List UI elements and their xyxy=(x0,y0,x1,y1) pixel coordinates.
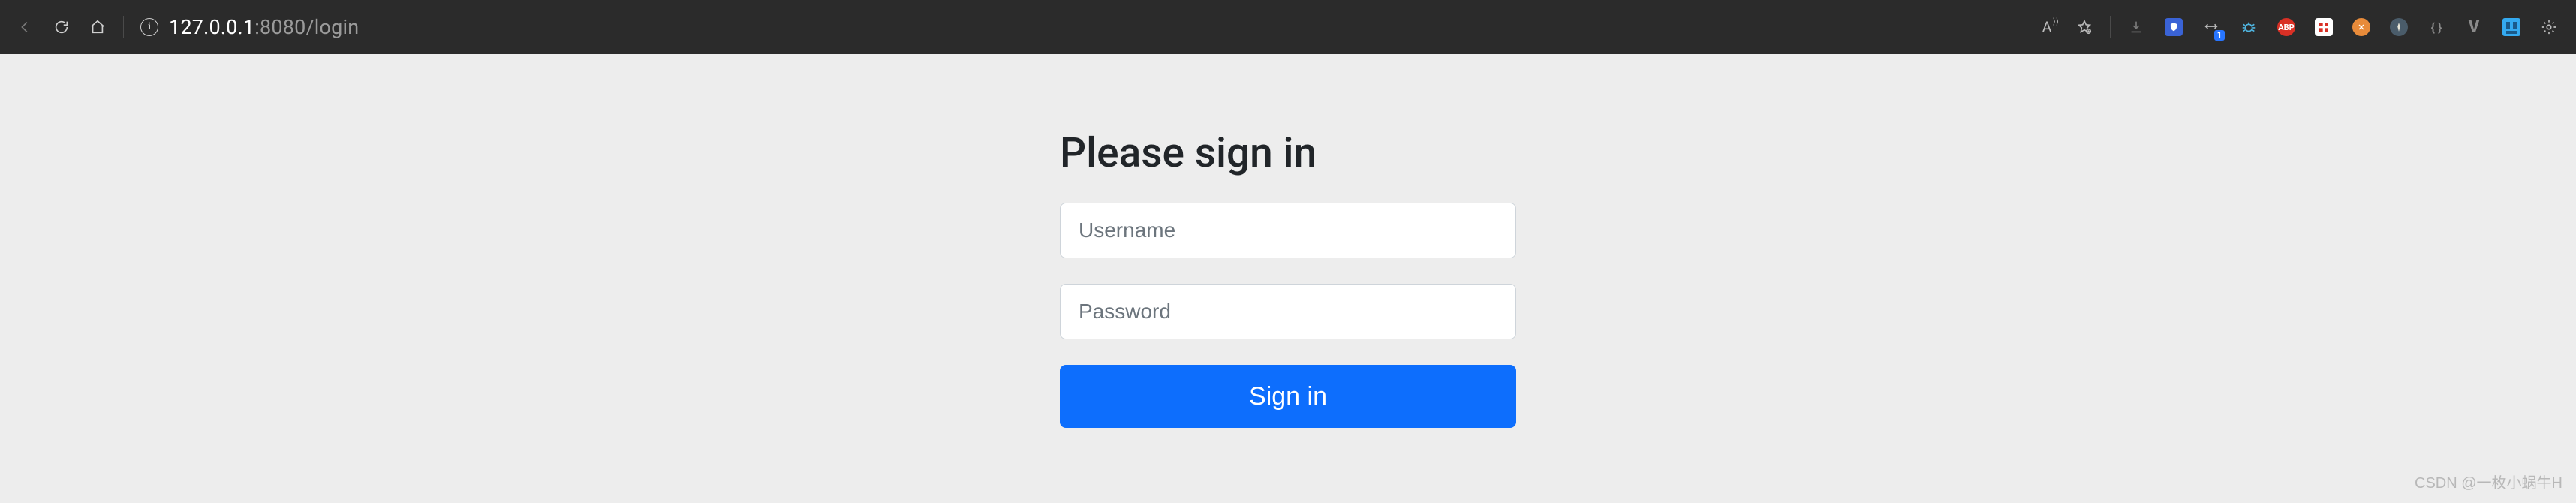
settings-button[interactable] xyxy=(2531,9,2567,45)
extension-grid[interactable] xyxy=(2306,9,2342,45)
blue-app-icon xyxy=(2502,18,2520,36)
extension-swap[interactable]: 1 xyxy=(2193,9,2229,45)
page-content: Please sign in Sign in xyxy=(0,54,2576,428)
favorites-button[interactable] xyxy=(2066,9,2102,45)
extension-bug[interactable] xyxy=(2231,9,2267,45)
refresh-icon xyxy=(53,19,70,35)
url-host: 127.0.0.1 xyxy=(169,15,254,39)
site-info-icon[interactable]: i xyxy=(140,18,158,36)
toolbar-right: A⟩⟩ 1 ABP xyxy=(2029,9,2567,45)
extension-circle-orange[interactable] xyxy=(2343,9,2379,45)
gear-icon xyxy=(2541,19,2557,35)
back-button[interactable] xyxy=(9,11,42,44)
password-field[interactable] xyxy=(1060,284,1516,339)
extension-shield[interactable] xyxy=(2156,9,2192,45)
extension-compass[interactable] xyxy=(2381,9,2417,45)
braces-icon: { } xyxy=(2431,20,2442,35)
read-aloud-icon: A⟩⟩ xyxy=(2042,18,2051,36)
abp-icon: ABP xyxy=(2277,18,2295,36)
extension-braces[interactable]: { } xyxy=(2418,9,2454,45)
toolbar-divider xyxy=(2110,16,2111,38)
home-button[interactable] xyxy=(81,11,114,44)
browser-toolbar: i 127.0.0.1:8080/login A⟩⟩ 1 xyxy=(0,0,2576,54)
downloads-button[interactable] xyxy=(2118,9,2154,45)
star-icon xyxy=(2076,19,2093,35)
toolbar-divider xyxy=(123,16,124,38)
arrow-left-icon xyxy=(17,19,34,35)
extension-abp[interactable]: ABP xyxy=(2268,9,2304,45)
address-bar[interactable]: i 127.0.0.1:8080/login xyxy=(133,11,1521,44)
watermark-text: CSDN @一枚小蜗牛H xyxy=(2415,471,2562,492)
signin-button[interactable]: Sign in xyxy=(1060,365,1516,428)
signin-form: Please sign in Sign in xyxy=(1060,129,1516,428)
download-icon xyxy=(2128,19,2144,35)
v-icon: V xyxy=(2469,18,2479,37)
refresh-button[interactable] xyxy=(45,11,78,44)
home-icon xyxy=(89,19,106,35)
orange-circle-icon xyxy=(2352,18,2370,36)
extension-blue-app[interactable] xyxy=(2493,9,2529,45)
grid-icon xyxy=(2315,18,2333,36)
read-aloud-button[interactable]: A⟩⟩ xyxy=(2029,9,2065,45)
shield-icon xyxy=(2165,18,2183,36)
username-field[interactable] xyxy=(1060,203,1516,258)
compass-icon xyxy=(2390,18,2408,36)
url-text: 127.0.0.1:8080/login xyxy=(169,15,359,39)
extension-v[interactable]: V xyxy=(2456,9,2492,45)
url-path: :8080/login xyxy=(254,15,359,39)
page-title: Please sign in xyxy=(1060,129,1516,177)
bug-icon xyxy=(2240,19,2257,35)
extension-badge: 1 xyxy=(2214,30,2225,41)
